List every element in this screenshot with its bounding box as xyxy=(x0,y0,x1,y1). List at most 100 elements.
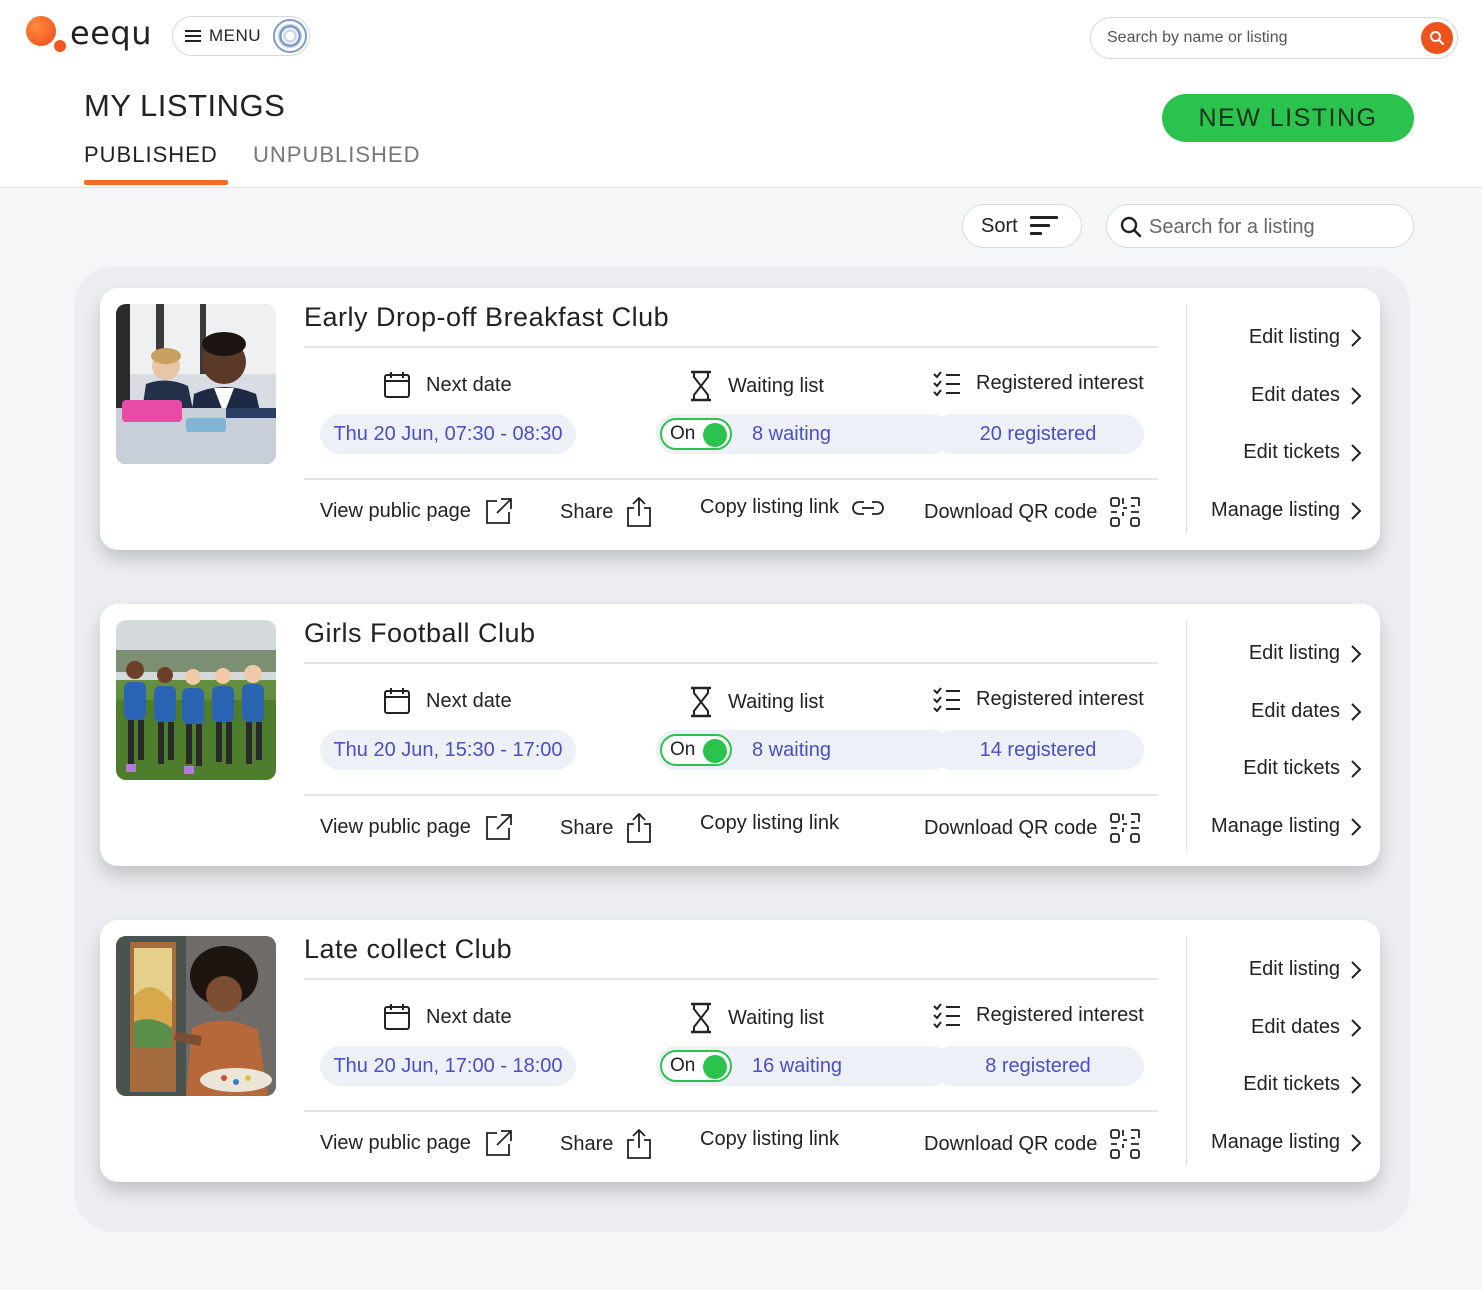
logo-text: eequ xyxy=(70,14,152,52)
download-qr-button[interactable]: Download QR code xyxy=(924,1128,1141,1160)
next-date-label: Next date xyxy=(382,686,512,716)
top-bar: eequ MENU xyxy=(0,0,1482,72)
download-qr-button[interactable]: Download QR code xyxy=(924,812,1141,844)
chevron-right-icon xyxy=(1351,1018,1362,1037)
manage-listing-link[interactable]: Manage listing xyxy=(1211,499,1362,522)
registered-count[interactable]: 14 registered xyxy=(932,730,1144,770)
menu-button[interactable]: MENU xyxy=(172,16,310,56)
sort-label: Sort xyxy=(981,214,1018,237)
external-link-icon xyxy=(485,814,512,840)
edit-dates-link[interactable]: Edit dates xyxy=(1251,384,1362,407)
listing-photo[interactable] xyxy=(116,304,276,464)
waiting-list-label: Waiting list xyxy=(688,1002,824,1034)
copy-listing-link-button[interactable]: Copy listing link xyxy=(700,496,885,519)
listing-title: Early Drop-off Breakfast Club xyxy=(304,302,670,332)
toggle-knob xyxy=(703,739,727,763)
share-button[interactable]: Share xyxy=(560,812,653,844)
logo-small-dot-icon xyxy=(54,40,66,52)
divider xyxy=(304,1110,1158,1112)
edit-listing-link[interactable]: Edit listing xyxy=(1249,958,1362,981)
edit-tickets-link[interactable]: Edit tickets xyxy=(1243,1073,1362,1096)
calendar-icon xyxy=(384,1004,410,1030)
search-icon xyxy=(1120,216,1142,238)
chevron-right-icon xyxy=(1351,1075,1362,1094)
calendar-icon xyxy=(384,372,410,398)
chevron-right-icon xyxy=(1351,759,1362,778)
school-crest-icon xyxy=(273,19,307,53)
view-public-page-link[interactable]: View public page xyxy=(320,812,513,842)
search-icon xyxy=(1430,31,1444,45)
checklist-icon xyxy=(933,1003,960,1028)
waiting-list-pill: On 8 waiting xyxy=(656,730,952,770)
chevron-right-icon xyxy=(1351,817,1362,836)
registered-count[interactable]: 20 registered xyxy=(932,414,1144,454)
hamburger-icon xyxy=(185,30,201,42)
qr-code-icon xyxy=(1110,813,1141,843)
hourglass-icon xyxy=(691,1002,711,1034)
qr-code-icon xyxy=(1110,497,1141,527)
registered-interest-label: Registered interest xyxy=(932,1002,1144,1028)
listing-search-input[interactable] xyxy=(1149,215,1399,239)
listing-search xyxy=(1106,204,1414,248)
copy-listing-link-button[interactable]: Copy listing link xyxy=(700,1128,839,1151)
next-date-pill[interactable]: Thu 20 Jun, 07:30 - 08:30 xyxy=(320,414,576,454)
hourglass-icon xyxy=(691,686,711,718)
search-button[interactable] xyxy=(1421,22,1453,54)
share-icon xyxy=(627,1128,652,1159)
global-search-input[interactable] xyxy=(1107,27,1407,49)
toggle-knob xyxy=(703,423,727,447)
external-link-icon xyxy=(485,498,512,524)
tab-published[interactable]: PUBLISHED xyxy=(84,142,218,168)
divider xyxy=(304,662,1158,664)
copy-listing-link-button[interactable]: Copy listing link xyxy=(700,812,839,835)
listing-title: Late collect Club xyxy=(304,934,513,964)
menu-label: MENU xyxy=(209,26,262,45)
tab-unpublished[interactable]: UNPUBLISHED xyxy=(253,142,420,168)
waiting-list-toggle[interactable]: On xyxy=(660,1050,732,1082)
sort-button[interactable]: Sort xyxy=(962,204,1082,248)
waiting-count[interactable]: 16 waiting xyxy=(752,1055,842,1078)
manage-listing-link[interactable]: Manage listing xyxy=(1211,1131,1362,1154)
active-tab-indicator xyxy=(84,180,228,185)
manage-listing-link[interactable]: Manage listing xyxy=(1211,815,1362,838)
listing-photo[interactable] xyxy=(116,936,276,1096)
next-date-pill[interactable]: Thu 20 Jun, 15:30 - 17:00 xyxy=(320,730,576,770)
edit-dates-link[interactable]: Edit dates xyxy=(1251,1016,1362,1039)
edit-tickets-link[interactable]: Edit tickets xyxy=(1243,757,1362,780)
chevron-right-icon xyxy=(1351,501,1362,520)
calendar-icon xyxy=(384,688,410,714)
edit-listing-link[interactable]: Edit listing xyxy=(1249,326,1362,349)
share-button[interactable]: Share xyxy=(560,1128,653,1160)
qr-code-icon xyxy=(1110,1129,1141,1159)
next-date-pill[interactable]: Thu 20 Jun, 17:00 - 18:00 xyxy=(320,1046,576,1086)
checklist-icon xyxy=(933,687,960,712)
page-header: MY LISTINGS PUBLISHED UNPUBLISHED NEW LI… xyxy=(0,72,1482,188)
divider xyxy=(304,794,1158,796)
chevron-right-icon xyxy=(1351,960,1362,979)
waiting-count[interactable]: 8 waiting xyxy=(752,423,831,446)
waiting-list-toggle[interactable]: On xyxy=(660,734,732,766)
listing-photo[interactable] xyxy=(116,620,276,780)
new-listing-button[interactable]: NEW LISTING xyxy=(1162,94,1414,142)
view-public-page-link[interactable]: View public page xyxy=(320,496,513,526)
edit-dates-link[interactable]: Edit dates xyxy=(1251,700,1362,723)
eequ-logo[interactable]: eequ xyxy=(24,14,164,56)
edit-tickets-link[interactable]: Edit tickets xyxy=(1243,441,1362,464)
share-button[interactable]: Share xyxy=(560,496,653,528)
toggle-knob xyxy=(703,1055,727,1079)
chevron-right-icon xyxy=(1351,328,1362,347)
divider xyxy=(304,978,1158,980)
share-icon xyxy=(627,812,652,843)
hourglass-icon xyxy=(691,370,711,402)
registered-interest-label: Registered interest xyxy=(932,686,1144,712)
waiting-list-toggle[interactable]: On xyxy=(660,418,732,450)
edit-listing-link[interactable]: Edit listing xyxy=(1249,642,1362,665)
view-public-page-link[interactable]: View public page xyxy=(320,1128,513,1158)
external-link-icon xyxy=(485,1130,512,1156)
registered-count[interactable]: 8 registered xyxy=(932,1046,1144,1086)
logo-dot-icon xyxy=(26,16,56,46)
divider xyxy=(304,346,1158,348)
download-qr-button[interactable]: Download QR code xyxy=(924,496,1141,528)
checklist-icon xyxy=(933,371,960,396)
waiting-count[interactable]: 8 waiting xyxy=(752,739,831,762)
